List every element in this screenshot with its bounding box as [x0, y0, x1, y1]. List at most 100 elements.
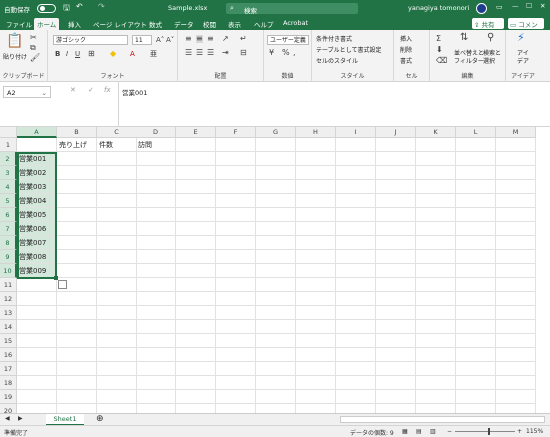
cell-i17[interactable]	[336, 362, 376, 376]
chevron-down-icon[interactable]: ⌄	[42, 89, 47, 97]
cell-j15[interactable]	[376, 334, 416, 348]
cell-l3[interactable]	[456, 166, 496, 180]
column-header[interactable]: D	[136, 127, 176, 138]
cell-k2[interactable]	[416, 152, 456, 166]
cell-c2[interactable]	[97, 152, 137, 166]
quick-analysis-icon[interactable]	[58, 280, 67, 289]
cell-i8[interactable]	[336, 236, 376, 250]
cell-e8[interactable]	[176, 236, 216, 250]
cell-b8[interactable]	[57, 236, 97, 250]
formula-input[interactable]: 営業001	[122, 87, 147, 97]
cell-g16[interactable]	[256, 348, 296, 362]
cell-g9[interactable]	[256, 250, 296, 264]
column-header[interactable]: M	[496, 127, 536, 138]
cell-d3[interactable]	[136, 166, 176, 180]
cell-e7[interactable]	[176, 222, 216, 236]
align-top-icon[interactable]: ≡	[185, 35, 192, 43]
tab-data[interactable]: データ	[174, 19, 194, 29]
cell-l5[interactable]	[456, 194, 496, 208]
cell-l6[interactable]	[456, 208, 496, 222]
row-header[interactable]: 19	[0, 390, 17, 404]
row-header[interactable]: 14	[0, 320, 17, 334]
cell-b6[interactable]	[57, 208, 97, 222]
cell-h9[interactable]	[296, 250, 336, 264]
align-center-icon[interactable]: ☰	[196, 49, 203, 57]
cell-i9[interactable]	[336, 250, 376, 264]
ribbon-display-icon[interactable]: ▭	[496, 3, 503, 11]
cell-l7[interactable]	[456, 222, 496, 236]
cell-m15[interactable]	[496, 334, 536, 348]
cell-d15[interactable]	[136, 334, 176, 348]
redo-icon[interactable]: ↷	[98, 2, 105, 11]
cell-g10[interactable]	[256, 264, 296, 278]
cell-d13[interactable]	[136, 306, 176, 320]
cell-f7[interactable]	[216, 222, 256, 236]
font-name-select[interactable]: 游ゴシック	[53, 35, 128, 45]
cell-f19[interactable]	[216, 390, 256, 404]
cell-j13[interactable]	[376, 306, 416, 320]
cell-b14[interactable]	[57, 320, 97, 334]
column-header[interactable]: I	[336, 127, 376, 138]
cell-k14[interactable]	[416, 320, 456, 334]
autosum-icon[interactable]: Σ	[436, 35, 441, 43]
cell-k9[interactable]	[416, 250, 456, 264]
column-header[interactable]: L	[456, 127, 496, 138]
row-header[interactable]: 18	[0, 376, 17, 390]
cell-g2[interactable]	[256, 152, 296, 166]
row-header[interactable]: 17	[0, 362, 17, 376]
cell-h6[interactable]	[296, 208, 336, 222]
cell-l19[interactable]	[456, 390, 496, 404]
cell-m18[interactable]	[496, 376, 536, 390]
zoom-slider[interactable]	[455, 431, 515, 432]
indent-icon[interactable]: ⇥	[222, 49, 229, 57]
page-break-icon[interactable]: ▥	[430, 428, 436, 435]
cell-k4[interactable]	[416, 180, 456, 194]
cell-l8[interactable]	[456, 236, 496, 250]
cell-h7[interactable]	[296, 222, 336, 236]
maximize-icon[interactable]: ☐	[526, 2, 532, 10]
clear-icon[interactable]: ⌫	[436, 57, 447, 65]
cell-f6[interactable]	[216, 208, 256, 222]
font-size-select[interactable]: 11	[132, 35, 152, 45]
cell-f9[interactable]	[216, 250, 256, 264]
cell-g11[interactable]	[256, 278, 296, 292]
cell-c10[interactable]	[97, 264, 137, 278]
cell-e18[interactable]	[176, 376, 216, 390]
cell-h8[interactable]	[296, 236, 336, 250]
cell-f14[interactable]	[216, 320, 256, 334]
cell-j18[interactable]	[376, 376, 416, 390]
align-bottom-icon[interactable]: ≡	[207, 35, 214, 43]
avatar[interactable]	[476, 3, 487, 14]
tab-home[interactable]: ホーム	[34, 18, 60, 30]
row-header[interactable]: 6	[0, 208, 17, 222]
cell-m19[interactable]	[496, 390, 536, 404]
cell-k16[interactable]	[416, 348, 456, 362]
cell-c9[interactable]	[97, 250, 137, 264]
cell-d19[interactable]	[136, 390, 176, 404]
cell-e9[interactable]	[176, 250, 216, 264]
column-header[interactable]: B	[57, 127, 97, 138]
cell-m1[interactable]	[496, 138, 536, 152]
cell-g4[interactable]	[256, 180, 296, 194]
cell-d1[interactable]: 訪問	[136, 138, 176, 152]
cell-l17[interactable]	[456, 362, 496, 376]
cell-c16[interactable]	[97, 348, 137, 362]
cell-k19[interactable]	[416, 390, 456, 404]
cell-g8[interactable]	[256, 236, 296, 250]
cell-i2[interactable]	[336, 152, 376, 166]
column-header[interactable]: J	[376, 127, 416, 138]
cell-c3[interactable]	[97, 166, 137, 180]
cell-d11[interactable]	[136, 278, 176, 292]
row-header[interactable]: 2	[0, 152, 17, 166]
cell-m16[interactable]	[496, 348, 536, 362]
cell-f3[interactable]	[216, 166, 256, 180]
conditional-formatting-button[interactable]: 条件付き書式	[316, 34, 352, 43]
cell-m4[interactable]	[496, 180, 536, 194]
cell-f15[interactable]	[216, 334, 256, 348]
cell-l15[interactable]	[456, 334, 496, 348]
cell-i12[interactable]	[336, 292, 376, 306]
cell-e16[interactable]	[176, 348, 216, 362]
cell-j1[interactable]	[376, 138, 416, 152]
cell-f2[interactable]	[216, 152, 256, 166]
cell-i16[interactable]	[336, 348, 376, 362]
